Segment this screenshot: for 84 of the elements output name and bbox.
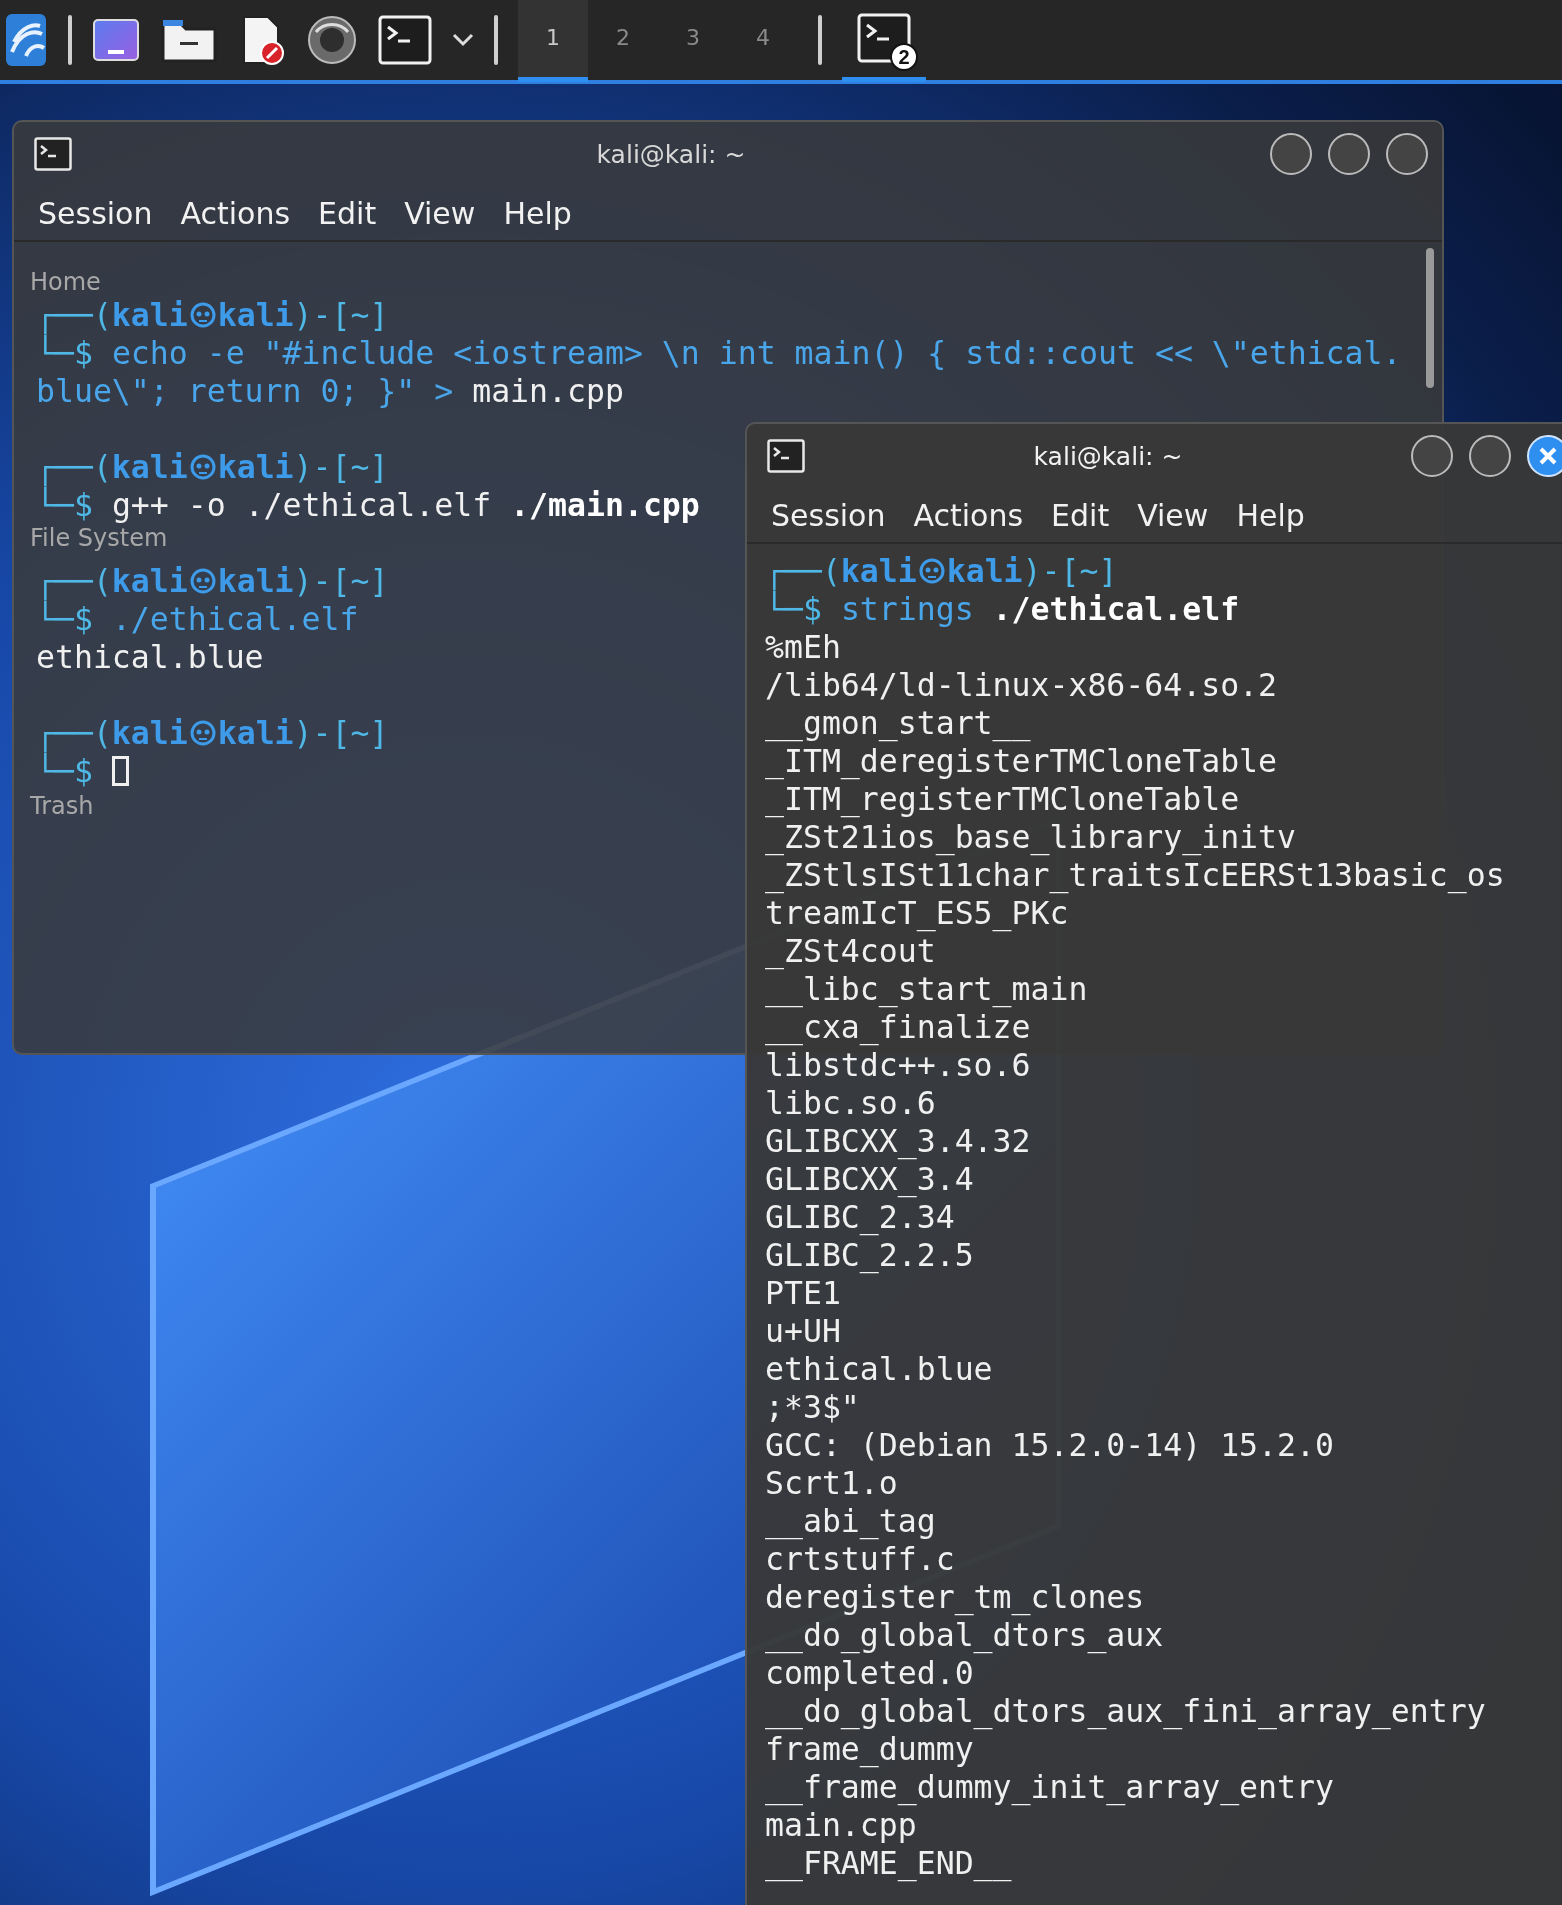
command-line: └─$ strings ./ethical.elf: [765, 590, 1241, 628]
close-icon: [1538, 446, 1558, 466]
output-line: _ZSt21ios_base_library_initv: [765, 818, 1297, 856]
output-line: %mEh: [765, 628, 842, 666]
output-line: GLIBCXX_3.4: [765, 1160, 975, 1198]
output-line: __libc_start_main: [765, 970, 1089, 1008]
output-line: _ITM_deregisterTMCloneTable: [765, 742, 1279, 780]
minimize-button[interactable]: [1411, 435, 1453, 477]
output-line: PTE1: [765, 1274, 842, 1312]
minimize-button[interactable]: [1270, 133, 1312, 175]
output-line: ethical.blue: [36, 638, 264, 676]
output-line: _ITM_registerTMCloneTable: [765, 780, 1241, 818]
output-line: ;*3$": [765, 1388, 861, 1426]
close-button[interactable]: [1386, 133, 1428, 175]
prompt-text: ┌──(kali: [36, 714, 188, 752]
output-line: ethical.blue: [765, 1350, 994, 1388]
desktop-icon[interactable]: [92, 16, 140, 64]
output-line: __abi_tag: [765, 1502, 937, 1540]
output-line: __cxa_finalize: [765, 1008, 1032, 1046]
workspace-tab[interactable]: 3: [658, 0, 728, 82]
close-button[interactable]: [1527, 435, 1562, 477]
prompt-text: kali)-[~]: [946, 552, 1118, 590]
output-line: completed.0: [765, 1654, 975, 1692]
workspace-tab[interactable]: 2: [588, 0, 658, 82]
workspace-tab[interactable]: 4: [728, 0, 798, 82]
output-line: u+UH: [765, 1312, 842, 1350]
output-line: crtstuff.c: [765, 1540, 956, 1578]
output-line: /lib64/ld-linux-x86-64.so.2: [765, 666, 1279, 704]
output-line: treamIcT_ES5_PKc: [765, 894, 1070, 932]
output-line: __gmon_start__: [765, 704, 1032, 742]
output-line: GLIBC_2.2.5: [765, 1236, 975, 1274]
menu-item[interactable]: Actions: [913, 497, 1024, 533]
prompt-text: ┌──(kali: [765, 552, 917, 590]
output-line: __FRAME_END__: [765, 1844, 1013, 1882]
output-line: _ZSt4cout: [765, 932, 937, 970]
window-title: kali@kali: ~: [595, 139, 747, 169]
menu-item[interactable]: View: [404, 195, 476, 231]
prompt-text: kali)-[~]: [217, 562, 389, 600]
prompt-text: ┌──(kali: [36, 296, 188, 334]
output-line: Scrt1.o: [765, 1464, 899, 1502]
output-line: libc.so.6: [765, 1084, 937, 1122]
command-line: └─$: [36, 752, 130, 790]
command-line: └─$ g++ -o ./ethical.elf ./main.cpp: [36, 486, 700, 524]
output-line: _ZStlsISt11char_traitsIcEERSt13basic_os: [765, 856, 1506, 894]
command-line: └─$ ./ethical.elf: [36, 600, 359, 638]
caret-icon[interactable]: [452, 33, 474, 47]
window-count-badge: 2: [890, 43, 918, 71]
output-line: __do_global_dtors_aux_fini_array_entry: [765, 1692, 1487, 1730]
output-line: GCC: (Debian 15.2.0-14) 15.2.0: [765, 1426, 1335, 1464]
terminal-icon: [34, 137, 72, 171]
terminal-task-button[interactable]: 2: [842, 0, 926, 82]
menu-item[interactable]: Help: [503, 195, 572, 231]
output-line: GLIBC_2.34: [765, 1198, 956, 1236]
desktop-icon-label[interactable]: File System: [30, 524, 168, 552]
output-line: frame_dummy: [765, 1730, 975, 1768]
prompt-text: kali)-[~]: [217, 448, 389, 486]
desktop-icon-label[interactable]: Trash: [30, 792, 94, 820]
terminal-icon[interactable]: [378, 15, 432, 65]
terminal-icon: [857, 12, 911, 63]
prompt-text: kali)-[~]: [217, 714, 389, 752]
output-line: main.cpp: [765, 1806, 918, 1844]
window-title: kali@kali: ~: [1032, 441, 1184, 471]
menu-item[interactable]: Actions: [180, 195, 291, 231]
desktop-icon-label[interactable]: Home: [30, 268, 101, 296]
workspace-tab[interactable]: 1: [518, 0, 588, 82]
output-line: __do_global_dtors_aux: [765, 1616, 1165, 1654]
output-line: libstdc++.so.6: [765, 1046, 1032, 1084]
prompt-text: ┌──(kali: [36, 562, 188, 600]
maximize-button[interactable]: [1469, 435, 1511, 477]
menu-item[interactable]: Session: [771, 497, 886, 533]
output-line: GLIBCXX_3.4.32: [765, 1122, 1032, 1160]
output-line: __frame_dummy_init_array_entry: [765, 1768, 1335, 1806]
maximize-button[interactable]: [1328, 133, 1370, 175]
menu-item[interactable]: Edit: [318, 195, 377, 231]
menu-item[interactable]: Session: [38, 195, 153, 231]
output-line: deregister_tm_clones: [765, 1578, 1146, 1616]
command-line: └─$ echo -e "#include <iostream> \n int main() { std::cout << \"ethical.blue\"; return 0; }" > main.cpp: [36, 334, 1403, 410]
prompt-text: ┌──(kali: [36, 448, 188, 486]
prompt-text: kali)-[~]: [217, 296, 389, 334]
scrollbar[interactable]: [1426, 248, 1434, 388]
menu-item[interactable]: View: [1137, 497, 1209, 533]
menu-item[interactable]: Help: [1236, 497, 1305, 533]
menu-item[interactable]: Edit: [1051, 497, 1110, 533]
terminal-icon: [767, 439, 805, 473]
